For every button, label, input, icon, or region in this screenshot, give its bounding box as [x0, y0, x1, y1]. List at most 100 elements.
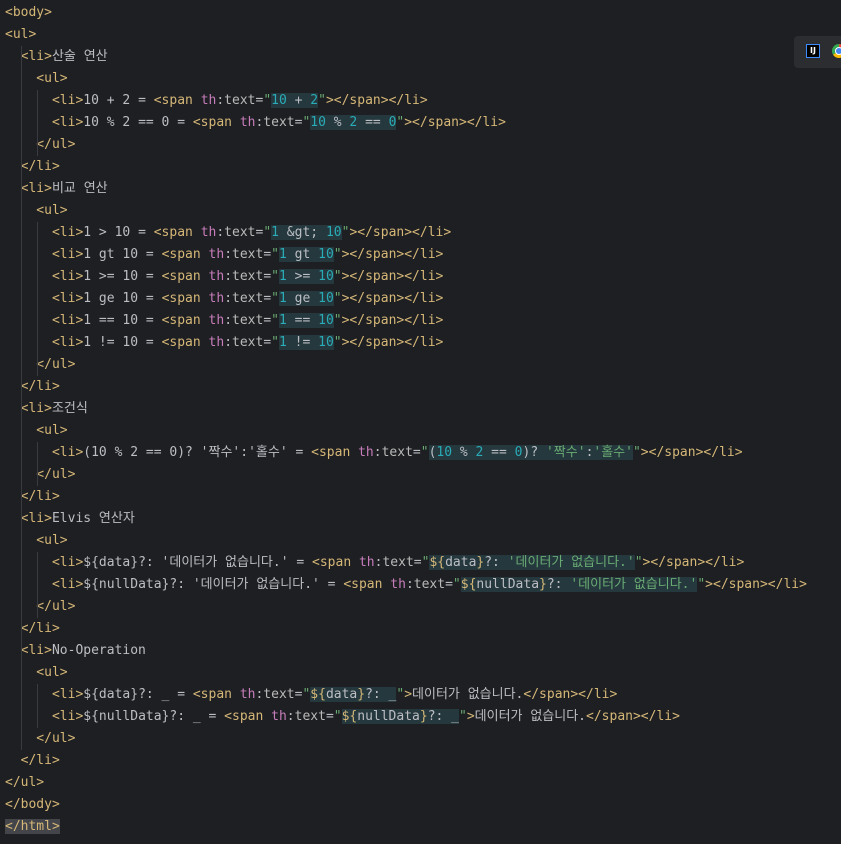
code-line[interactable]: <li>No-Operation: [5, 640, 146, 662]
code-line[interactable]: <ul>: [5, 530, 67, 552]
code-token: :text: [255, 115, 295, 130]
code-token: >: [466, 709, 475, 724]
code-token: ></span></li>: [325, 93, 428, 108]
code-line[interactable]: <li>${nullData}?: _ = <span th:text="${n…: [5, 706, 680, 728]
code-line[interactable]: <ul>: [5, 200, 68, 222]
code-line[interactable]: <li>10 + 2 = <span th:text="10 + 2"></sp…: [5, 90, 428, 112]
code-token: th: [208, 269, 225, 284]
code-token: <li>: [5, 313, 84, 328]
code-token: =: [263, 313, 272, 328]
code-token: =: [263, 291, 272, 306]
code-token: <body>: [5, 5, 52, 20]
code-token: 1 != 10 =: [83, 335, 162, 350]
code-line[interactable]: <li>${data}?: _ = <span th:text="${data}…: [5, 684, 617, 706]
code-line[interactable]: <ul>: [5, 68, 67, 90]
code-token: ": [459, 709, 467, 724]
code-token: ${data}?: '데이터가 없습니다.' =: [83, 555, 313, 570]
code-line[interactable]: <li>1 == 10 = <span th:text="1 == 10"></…: [5, 310, 443, 332]
code-token: =: [263, 335, 272, 350]
code-line[interactable]: </body>: [5, 794, 60, 816]
code-token: <span: [311, 445, 359, 460]
code-token: </ul>: [5, 467, 76, 482]
code-token: ></span></li>: [341, 335, 444, 350]
code-token: ": [263, 225, 272, 240]
code-editor[interactable]: <body> <ul> <li>산술 연산 <ul> <li>10 + 2 = <…: [0, 0, 841, 844]
indent-guide: [37, 90, 38, 156]
code-line[interactable]: </li>: [5, 486, 60, 508]
code-token: </li>: [5, 621, 60, 636]
indent-guide: [37, 442, 38, 486]
expression-highlight: 1 &gt; 10: [271, 225, 342, 240]
code-line[interactable]: <li>1 != 10 = <span th:text="1 != 10"></…: [5, 332, 443, 354]
code-token: =: [412, 445, 421, 460]
code-token: <span: [153, 93, 201, 108]
intellij-icon[interactable]: IJ: [806, 44, 820, 58]
code-token: ": [271, 291, 279, 306]
code-token: ${nullData}?: '데이터가 없습니다.' =: [83, 577, 344, 592]
code-line[interactable]: <li>1 ge 10 = <span th:text="1 ge 10"></…: [5, 288, 443, 310]
code-token: ></span></li>: [341, 269, 444, 284]
code-line[interactable]: <li>10 % 2 == 0 = <span th:text="10 % 2 …: [5, 112, 506, 134]
code-line[interactable]: <li>${data}?: '데이터가 없습니다.' = <span th:te…: [5, 552, 744, 574]
code-line[interactable]: <li>조건식: [5, 398, 88, 420]
code-token: <ul>: [5, 203, 68, 218]
code-token: <li>: [5, 643, 52, 658]
code-token: ": [318, 93, 326, 108]
code-line[interactable]: <li>Elvis 연산자: [5, 508, 135, 530]
code-token: 조건식: [51, 401, 88, 416]
code-line[interactable]: </ul>: [5, 134, 75, 156]
expression-highlight: 1 != 10: [278, 335, 334, 350]
code-line[interactable]: </ul>: [5, 772, 44, 794]
code-token: th: [271, 709, 287, 724]
code-token: ": [271, 335, 279, 350]
code-line[interactable]: </ul>: [5, 728, 75, 750]
code-token: :text: [224, 313, 264, 328]
code-token: ></span></li>: [341, 313, 444, 328]
code-line[interactable]: <li>(10 % 2 == 0)? '짝수':'홀수' = <span th:…: [5, 442, 743, 464]
code-token: 데이터가 없습니다.: [412, 687, 524, 702]
code-token: <span: [161, 313, 209, 328]
code-token: Elvis 연산자: [51, 511, 135, 526]
code-token: 1 ge 10 =: [83, 291, 162, 306]
code-token: <span: [192, 687, 240, 702]
code-line[interactable]: </li>: [5, 376, 60, 398]
code-line[interactable]: </li>: [5, 156, 60, 178]
code-token: <span: [192, 115, 240, 130]
code-line[interactable]: </ul>: [5, 354, 75, 376]
code-token: ": [333, 709, 342, 724]
expression-highlight: 1 >= 10: [278, 269, 334, 284]
code-token: <li>: [5, 335, 84, 350]
code-token: <li>: [5, 291, 84, 306]
code-token: th: [208, 313, 225, 328]
code-token: 10 % 2 == 0 =: [83, 115, 193, 130]
code-line[interactable]: </ul>: [5, 596, 75, 618]
code-line[interactable]: <li>${nullData}?: '데이터가 없습니다.' = <span t…: [5, 574, 807, 596]
code-line[interactable]: </ul>: [5, 464, 75, 486]
code-line[interactable]: <ul>: [5, 662, 67, 684]
code-token: :text: [224, 291, 264, 306]
code-token: </ul>: [5, 357, 76, 372]
code-token: <li>: [5, 445, 84, 460]
code-token: :text: [224, 335, 264, 350]
code-line[interactable]: <ul>: [5, 420, 67, 442]
code-line[interactable]: </li>: [5, 750, 60, 772]
code-line[interactable]: </html>: [5, 816, 60, 838]
code-token: ": [333, 291, 342, 306]
code-line[interactable]: <ul>: [5, 24, 36, 46]
code-line[interactable]: <li>1 gt 10 = <span th:text="1 gt 10"></…: [5, 244, 443, 266]
code-token: 산술 연산: [51, 49, 108, 64]
code-token: ></span></li>: [349, 225, 452, 240]
indent-guide: [37, 222, 38, 376]
code-token: <li>: [5, 49, 52, 64]
code-line[interactable]: <body>: [5, 2, 52, 24]
code-token: ></span></li>: [705, 577, 807, 592]
chrome-icon[interactable]: [832, 44, 841, 58]
code-token: =: [413, 555, 422, 570]
code-token: ": [263, 93, 272, 108]
code-token: <span: [153, 225, 201, 240]
code-line[interactable]: <li>1 >= 10 = <span th:text="1 >= 10"></…: [5, 266, 443, 288]
expression-highlight: ${data}?: _: [310, 687, 397, 702]
code-line[interactable]: <li>1 > 10 = <span th:text="1 &gt; 10"><…: [5, 222, 451, 244]
code-token: ": [271, 247, 279, 262]
code-line[interactable]: </li>: [5, 618, 60, 640]
